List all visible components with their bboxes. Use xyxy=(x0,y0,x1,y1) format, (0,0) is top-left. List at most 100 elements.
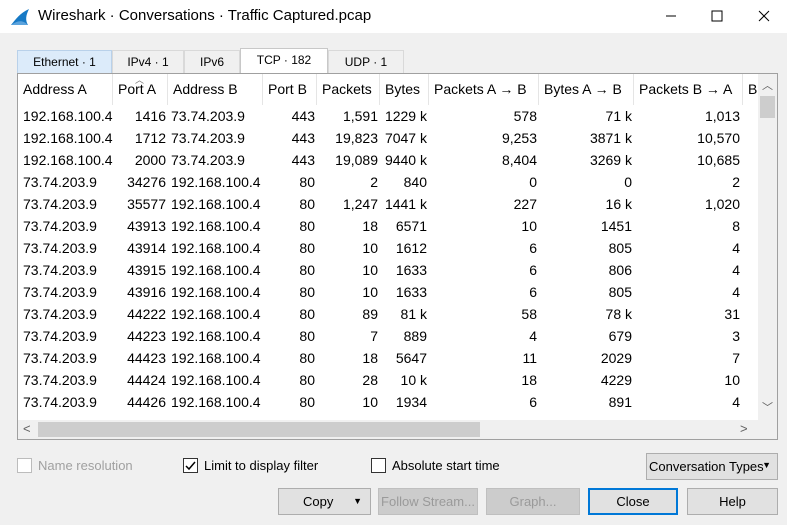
cell-packets-a-b: 6 xyxy=(529,284,537,300)
cell-bytes: 1633 xyxy=(395,284,427,300)
cell-bytes-a-b: 806 xyxy=(608,262,632,278)
scroll-right-icon[interactable]: > xyxy=(740,421,748,436)
tab-udp[interactable]: UDP · 1 xyxy=(328,50,404,74)
copy-button[interactable]: Copy ▼ xyxy=(278,488,371,515)
cell-packets-a-b: 8,404 xyxy=(501,152,537,168)
column-header-address-a[interactable]: Address A xyxy=(18,74,113,105)
scroll-left-icon[interactable]: < xyxy=(23,421,31,436)
vertical-scroll-thumb[interactable] xyxy=(760,96,775,118)
cell-address-b: 192.168.100.4 xyxy=(171,372,261,388)
cell-address-a: 73.74.203.9 xyxy=(23,218,97,234)
table-row[interactable]: 73.74.203.9 35577 192.168.100.4 80 1,247 1441… xyxy=(18,193,759,215)
table-row[interactable]: 73.74.203.944427 192.168.100.480101930688… xyxy=(18,413,759,419)
column-header-bytes-a-b[interactable]: Bytes A → B xyxy=(539,74,634,105)
cell-port-a: 44222 xyxy=(127,306,166,322)
tab-ethernet[interactable]: Ethernet · 1 xyxy=(17,50,112,74)
cell-port-a: 44423 xyxy=(127,350,166,366)
column-header-bytes[interactable]: Bytes xyxy=(380,74,429,105)
table-row[interactable]: 73.74.203.9 44424 192.168.100.4 80 28 10 k 18 4… xyxy=(18,369,759,391)
tab-tcp[interactable]: TCP · 182 xyxy=(240,48,328,74)
tab-ipv4[interactable]: IPv4 · 1 xyxy=(112,50,184,74)
cell-port-b: 443 xyxy=(291,152,315,168)
close-window-button[interactable] xyxy=(741,0,787,33)
cell-port-a: 43913 xyxy=(127,218,166,234)
table-row[interactable]: 73.74.203.9 43914 192.168.100.4 80 10 1612 6 80… xyxy=(18,237,759,259)
minimize-button[interactable] xyxy=(648,0,694,33)
column-header-packets-a-b[interactable]: Packets A → B xyxy=(429,74,539,105)
column-header-bytes-b-a[interactable]: B xyxy=(743,74,759,105)
close-button[interactable]: Close xyxy=(588,488,678,515)
absolute-start-time-box[interactable] xyxy=(371,458,386,473)
scroll-up-icon[interactable]: ︿ xyxy=(762,77,773,93)
copy-dropdown-arrow-icon: ▼ xyxy=(353,496,362,506)
table-row[interactable]: 73.74.203.9 43913 192.168.100.4 80 18 6571 10 1… xyxy=(18,215,759,237)
cell-packets-b-a: 4 xyxy=(732,394,740,410)
cell-port-b: 80 xyxy=(263,413,315,419)
cell-packets-a-b: 6 xyxy=(529,394,537,410)
name-resolution-label: Name resolution xyxy=(38,458,133,473)
column-header-packets-b-a[interactable]: Packets B → A xyxy=(634,74,743,105)
cell-packets-b-a: 1,020 xyxy=(704,196,740,212)
cell-packets-a-b: 11 xyxy=(522,350,537,366)
copy-button-label: Copy xyxy=(303,494,334,509)
limit-display-filter-box[interactable] xyxy=(183,458,198,473)
cell-port-b: 443 xyxy=(291,108,315,124)
cell-packets: 10 xyxy=(317,413,378,419)
table-row[interactable]: 192.168.100.4 1416 73.74.203.9 443 1,591 1229… xyxy=(18,105,759,127)
table-row[interactable]: 192.168.100.4 2000 73.74.203.9 443 19,089 944… xyxy=(18,149,759,171)
cell-packets-b-a: 1,013 xyxy=(704,108,740,124)
cell-address-a: 73.74.203.9 xyxy=(23,350,97,366)
cell-port-b: 80 xyxy=(299,372,315,388)
cell-port-b: 80 xyxy=(299,196,315,212)
tab-ipv6[interactable]: IPv6 xyxy=(184,50,240,74)
column-header-address-b[interactable]: Address B xyxy=(168,74,263,105)
cell-bytes-a-b: 885 xyxy=(539,413,632,419)
cell-packets: 19,089 xyxy=(335,152,378,168)
cell-bytes-a-b: 0 xyxy=(624,174,632,190)
cell-packets-b-a: 10,685 xyxy=(697,152,740,168)
cell-address-b: 192.168.100.4 xyxy=(171,413,263,419)
table-row[interactable]: 73.74.203.9 44426 192.168.100.4 80 10 1934 6 89… xyxy=(18,391,759,413)
cell-packets-b-a: 7 xyxy=(732,350,740,366)
cell-packets-a-b: 4 xyxy=(529,328,537,344)
scrollbar-corner xyxy=(758,420,777,439)
graph-button[interactable]: Graph... xyxy=(486,488,580,515)
table-body: 192.168.100.4 1416 73.74.203.9 443 1,591 1229… xyxy=(18,105,759,419)
column-header-port-b[interactable]: Port B xyxy=(263,74,317,105)
table-row[interactable]: 73.74.203.9 44223 192.168.100.4 80 7 889 4 679 3 xyxy=(18,325,759,347)
cell-bytes: 1930 xyxy=(380,413,427,419)
cell-address-b: 192.168.100.4 xyxy=(171,196,261,212)
table-row[interactable]: 73.74.203.9 44222 192.168.100.4 80 89 81 k 58 7… xyxy=(18,303,759,325)
conversation-types-dropdown[interactable]: Conversation Types ▼ xyxy=(646,453,778,480)
cell-packets-b-a: 4 xyxy=(732,284,740,300)
cell-bytes: 10 k xyxy=(400,372,427,388)
scroll-down-icon[interactable]: ﹀ xyxy=(762,399,773,415)
cell-packets-b-a: 2 xyxy=(732,174,740,190)
conversation-types-label: Conversation Types xyxy=(649,459,764,474)
cell-port-a: 34276 xyxy=(127,174,166,190)
help-button[interactable]: Help xyxy=(687,488,778,515)
table-row[interactable]: 73.74.203.9 43916 192.168.100.4 80 10 1633 6 80… xyxy=(18,281,759,303)
follow-stream-button[interactable]: Follow Stream... xyxy=(378,488,478,515)
cell-bytes: 7047 k xyxy=(384,130,427,146)
horizontal-scrollbar[interactable]: < > xyxy=(18,420,759,439)
table-row[interactable]: 73.74.203.9 34276 192.168.100.4 80 2 840 0 0 2 xyxy=(18,171,759,193)
column-header-packets[interactable]: Packets xyxy=(317,74,380,105)
conversations-table: Address A Port A Address B Port B Packet… xyxy=(17,73,778,440)
cell-address-a: 73.74.203.9 xyxy=(23,413,113,419)
cell-packets-b-a: 3 xyxy=(732,328,740,344)
vertical-scrollbar[interactable]: ︿ ﹀ xyxy=(758,74,777,421)
table-row[interactable]: 192.168.100.4 1712 73.74.203.9 443 19,823 704… xyxy=(18,127,759,149)
name-resolution-box[interactable] xyxy=(17,458,32,473)
check-icon xyxy=(185,461,196,471)
minimize-icon xyxy=(666,15,676,17)
cell-packets-a-b: 6 xyxy=(429,413,537,419)
cell-port-a: 44223 xyxy=(127,328,166,344)
cell-address-b: 192.168.100.4 xyxy=(171,218,261,234)
cell-address-b: 73.74.203.9 xyxy=(171,152,245,168)
horizontal-scroll-thumb[interactable] xyxy=(38,422,480,437)
table-row[interactable]: 73.74.203.9 43915 192.168.100.4 80 10 1633 6 80… xyxy=(18,259,759,281)
maximize-button[interactable] xyxy=(694,0,740,33)
cell-port-b: 80 xyxy=(299,394,315,410)
table-row[interactable]: 73.74.203.9 44423 192.168.100.4 80 18 5647 11 2… xyxy=(18,347,759,369)
